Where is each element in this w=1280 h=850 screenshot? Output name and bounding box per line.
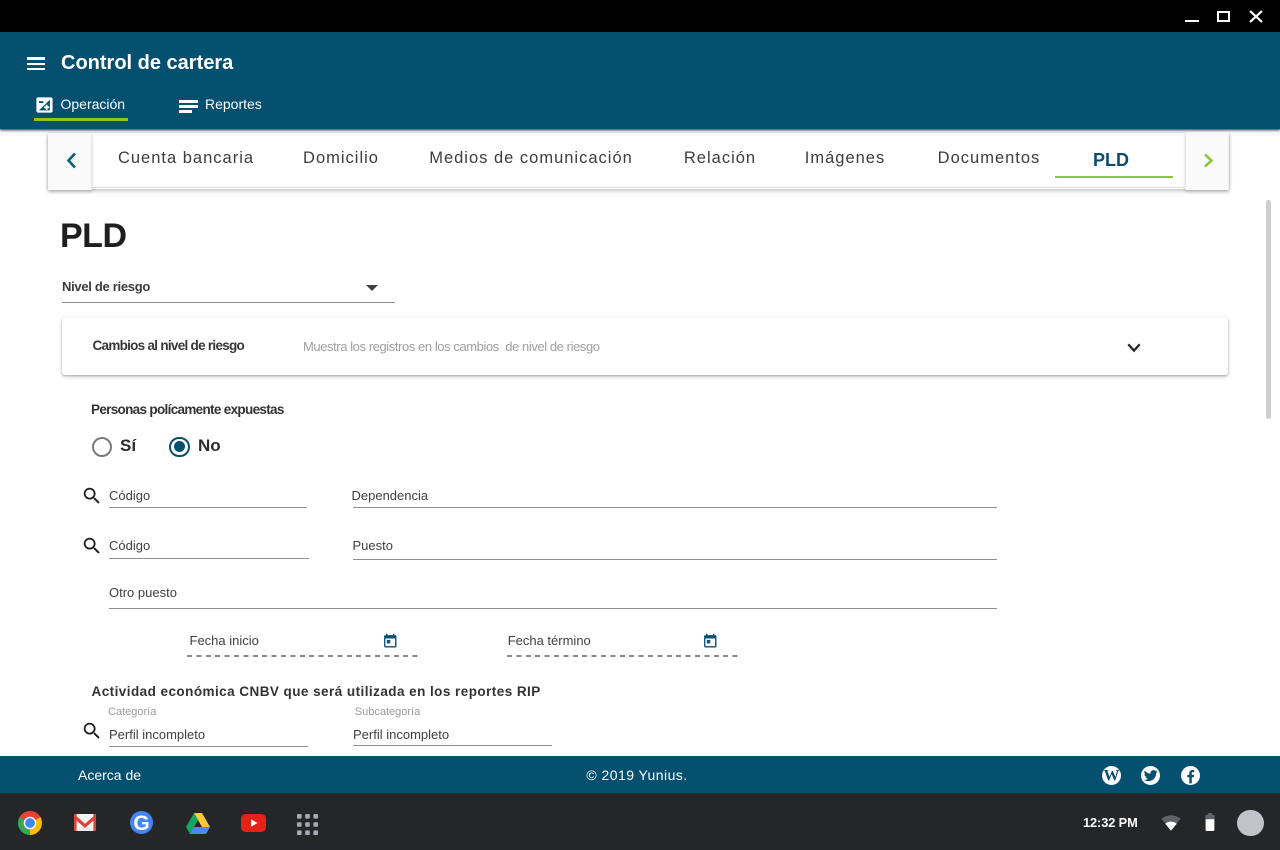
svg-text:G: G — [133, 812, 149, 834]
svg-text:W: W — [1103, 767, 1119, 784]
